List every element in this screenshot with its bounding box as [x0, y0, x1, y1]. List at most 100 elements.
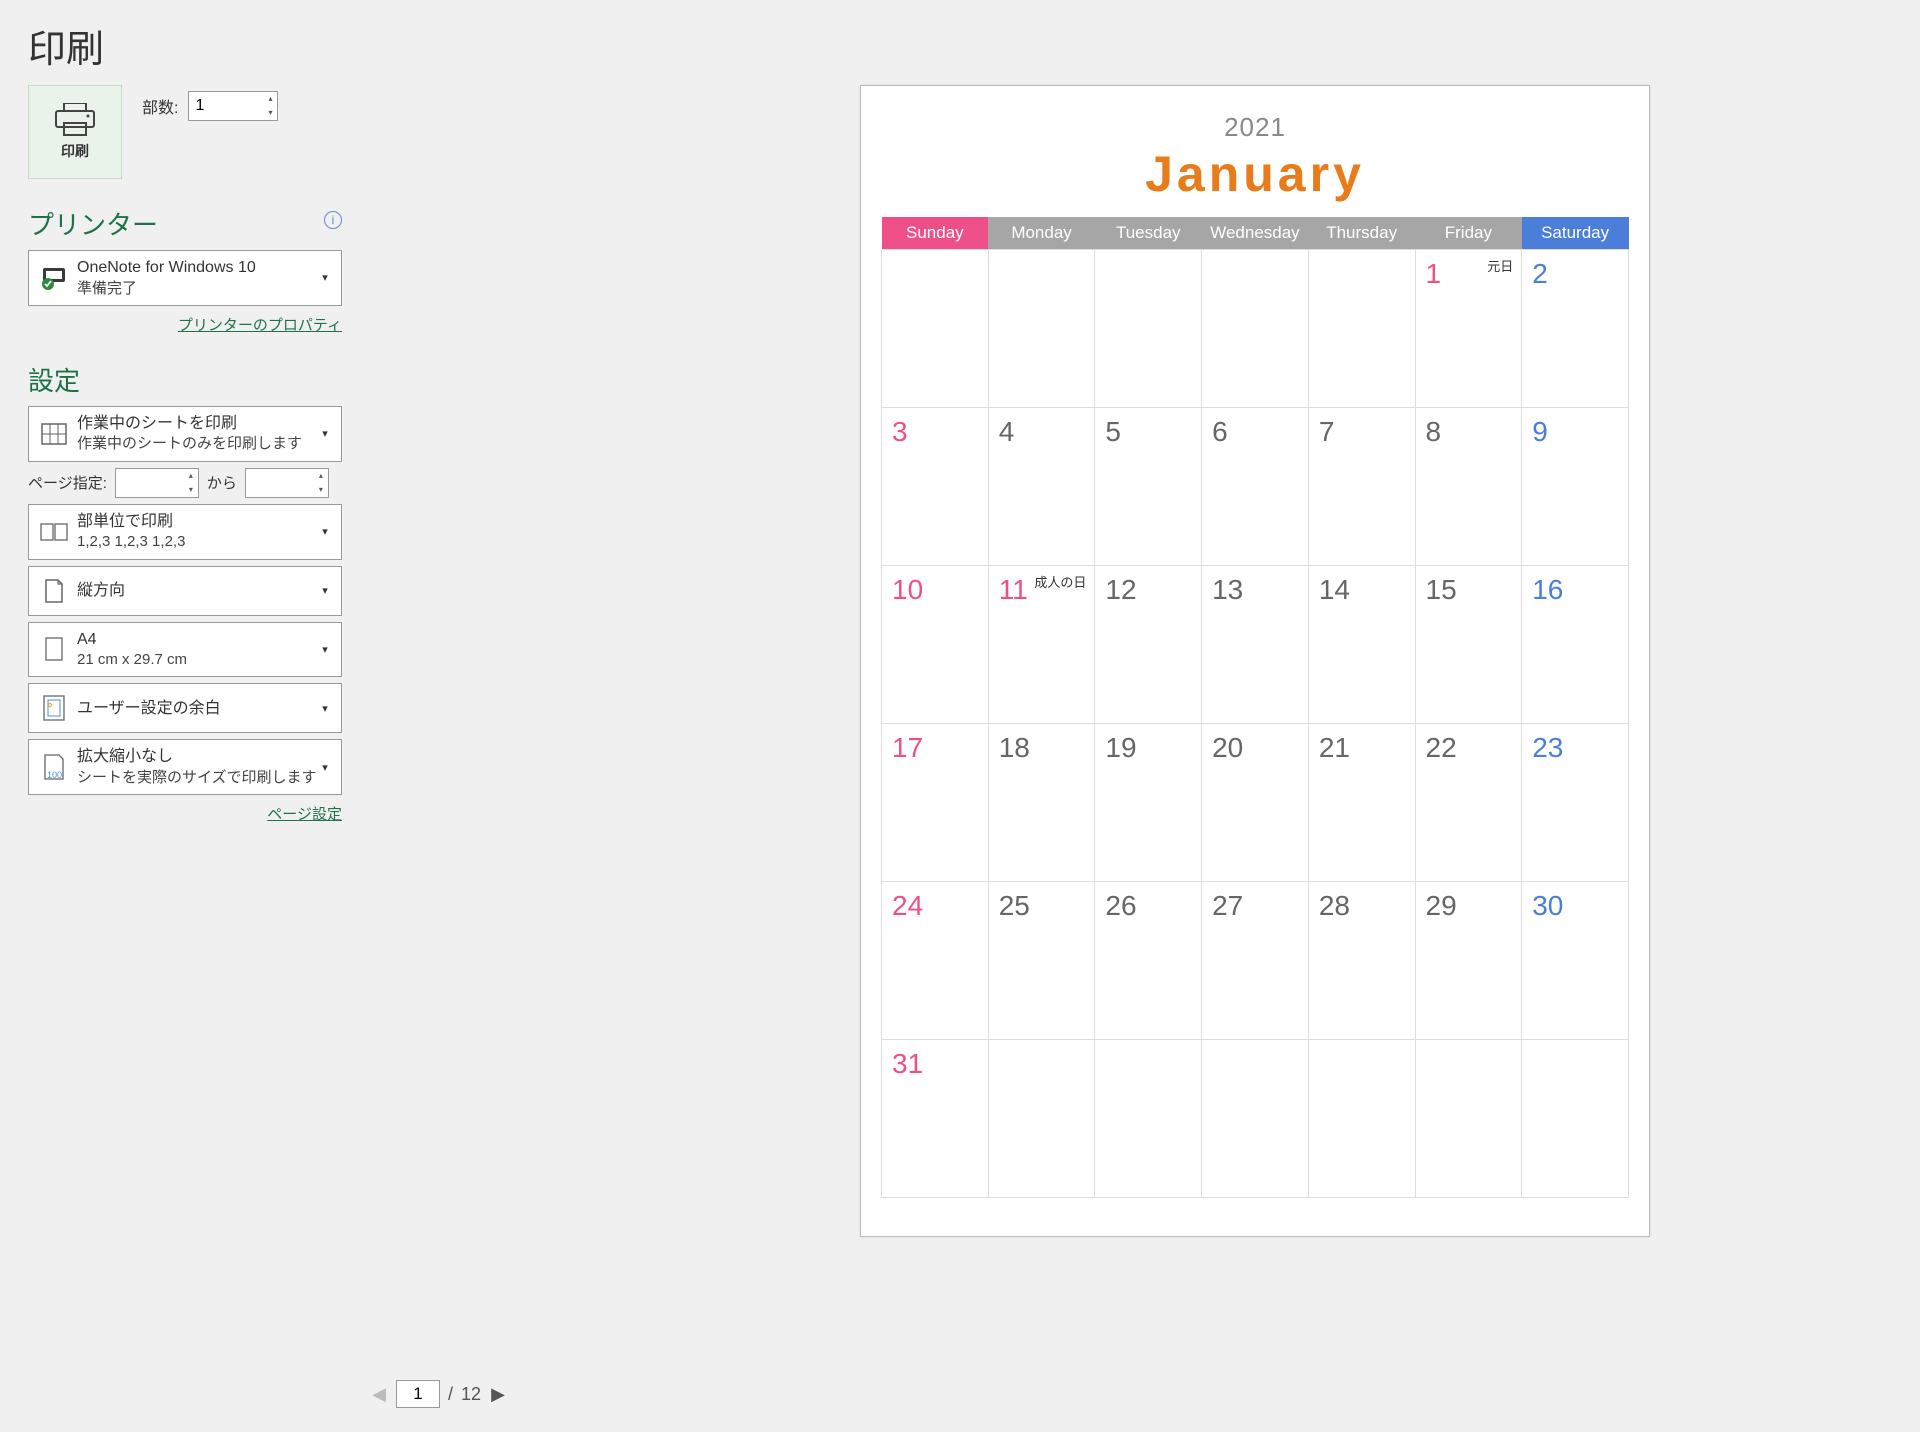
calendar-cell: 12: [1095, 566, 1202, 724]
print-what-line1: 作業中のシートを印刷: [77, 413, 317, 435]
calendar-cell: [1308, 1040, 1415, 1198]
calendar-cell: 24: [882, 882, 989, 1040]
calendar-cell: [1308, 250, 1415, 408]
printer-select[interactable]: OneNote for Windows 10 準備完了 ▾: [28, 250, 342, 306]
calendar-cell: 1元日: [1415, 250, 1522, 408]
preview-area: 2021 January SundayMondayTuesdayWednesda…: [370, 85, 1920, 1432]
page-to-label: から: [207, 472, 237, 493]
calendar-cell: 5: [1095, 408, 1202, 566]
print-what-line2: 作業中のシートのみを印刷します: [77, 434, 317, 454]
page-icon: [37, 637, 71, 661]
calendar-cell: 27: [1202, 882, 1309, 1040]
printer-ready-icon: [37, 266, 71, 290]
chevron-down-icon: ▾: [317, 271, 333, 284]
collation-select[interactable]: 部単位で印刷 1,2,3 1,2,3 1,2,3 ▾: [28, 504, 342, 560]
calendar-cell: [988, 250, 1095, 408]
settings-section-title: 設定: [28, 361, 342, 398]
collation-line2: 1,2,3 1,2,3 1,2,3: [77, 532, 317, 552]
paper-line1: A4: [77, 629, 317, 651]
calendar-cell: 15: [1415, 566, 1522, 724]
chevron-down-icon: ▾: [317, 584, 333, 597]
calendar-cell: 7: [1308, 408, 1415, 566]
margins-line1: ユーザー設定の余白: [77, 698, 317, 720]
calendar-cell: 30: [1522, 882, 1629, 1040]
weekday-header: Monday: [988, 217, 1095, 250]
calendar-cell: 3: [882, 408, 989, 566]
chevron-down-icon: ▾: [317, 761, 333, 774]
chevron-down-icon: ▾: [317, 525, 333, 538]
calendar-cell: 25: [988, 882, 1095, 1040]
page-range-label: ページ指定:: [28, 472, 107, 493]
margins-icon: [37, 695, 71, 721]
print-sidebar: 印刷 部数: ▴▾ プリンター i: [0, 85, 370, 1432]
calendar-cell: 26: [1095, 882, 1202, 1040]
current-page-input[interactable]: [396, 1380, 440, 1408]
calendar-year: 2021: [881, 112, 1629, 143]
weekday-header: Tuesday: [1095, 217, 1202, 250]
calendar-cell: [882, 250, 989, 408]
printer-status: 準備完了: [77, 279, 317, 299]
paper-line2: 21 cm x 29.7 cm: [77, 650, 317, 670]
next-page-arrow[interactable]: ▶: [489, 1384, 507, 1405]
page-setup-link[interactable]: ページ設定: [267, 806, 342, 823]
calendar-cell: 13: [1202, 566, 1309, 724]
info-icon[interactable]: i: [324, 211, 342, 229]
chevron-down-icon: ▾: [317, 643, 333, 656]
svg-text:100: 100: [47, 770, 62, 780]
orientation-line1: 縦方向: [77, 580, 317, 602]
print-what-select[interactable]: 作業中のシートを印刷 作業中のシートのみを印刷します ▾: [28, 406, 342, 462]
chevron-down-icon: ▾: [317, 702, 333, 715]
page-to-spinner[interactable]: ▴▾: [314, 469, 328, 497]
calendar-cell: 9: [1522, 408, 1629, 566]
page-from-spinner[interactable]: ▴▾: [184, 469, 198, 497]
copies-spinner[interactable]: ▴▾: [263, 92, 277, 120]
page-range-row: ページ指定: ▴▾ から ▴▾: [28, 468, 342, 498]
calendar-cell: 6: [1202, 408, 1309, 566]
holiday-label: 成人の日: [1034, 572, 1086, 591]
printer-section-title: プリンター i: [28, 205, 342, 242]
paper-size-select[interactable]: A4 21 cm x 29.7 cm ▾: [28, 622, 342, 678]
printer-properties-link[interactable]: プリンターのプロパティ: [178, 317, 342, 334]
scaling-line1: 拡大縮小なし: [77, 746, 317, 768]
weekday-header: Wednesday: [1202, 217, 1309, 250]
prev-page-arrow[interactable]: ◀: [370, 1384, 388, 1405]
scaling-line2: シートを実際のサイズで印刷します: [77, 768, 317, 788]
calendar-cell: 16: [1522, 566, 1629, 724]
weekday-header: Saturday: [1522, 217, 1629, 250]
printer-name: OneNote for Windows 10: [77, 257, 317, 279]
scaling-select[interactable]: 100 拡大縮小なし シートを実際のサイズで印刷します ▾: [28, 739, 342, 795]
preview-page: 2021 January SundayMondayTuesdayWednesda…: [860, 85, 1650, 1237]
calendar-cell: [988, 1040, 1095, 1198]
calendar-cell: 2: [1522, 250, 1629, 408]
portrait-icon: [37, 578, 71, 604]
orientation-select[interactable]: 縦方向 ▾: [28, 566, 342, 616]
collate-icon: [37, 522, 71, 542]
calendar-cell: 19: [1095, 724, 1202, 882]
calendar-cell: 17: [882, 724, 989, 882]
chevron-down-icon: ▾: [317, 427, 333, 440]
calendar-cell: [1095, 1040, 1202, 1198]
calendar-cell: 11成人の日: [988, 566, 1095, 724]
no-scaling-icon: 100: [37, 753, 71, 781]
calendar-cell: 28: [1308, 882, 1415, 1040]
calendar-table: SundayMondayTuesdayWednesdayThursdayFrid…: [881, 217, 1629, 1198]
printer-icon: [54, 103, 96, 137]
calendar-cell: 31: [882, 1040, 989, 1198]
print-button[interactable]: 印刷: [28, 85, 122, 179]
calendar-cell: [1095, 250, 1202, 408]
page-title: 印刷: [0, 0, 1920, 85]
calendar-cell: 10: [882, 566, 989, 724]
calendar-month: January: [881, 145, 1629, 203]
copies-label: 部数:: [142, 94, 178, 118]
margins-select[interactable]: ユーザー設定の余白 ▾: [28, 683, 342, 733]
page-navigator: ◀ / 12 ▶: [370, 1380, 507, 1408]
collation-line1: 部単位で印刷: [77, 511, 317, 533]
calendar-cell: [1202, 1040, 1309, 1198]
calendar-cell: 8: [1415, 408, 1522, 566]
weekday-header: Friday: [1415, 217, 1522, 250]
calendar-cell: 18: [988, 724, 1095, 882]
page-sep: /: [448, 1384, 453, 1405]
sheets-icon: [37, 423, 71, 445]
weekday-header: Thursday: [1308, 217, 1415, 250]
calendar-cell: [1202, 250, 1309, 408]
